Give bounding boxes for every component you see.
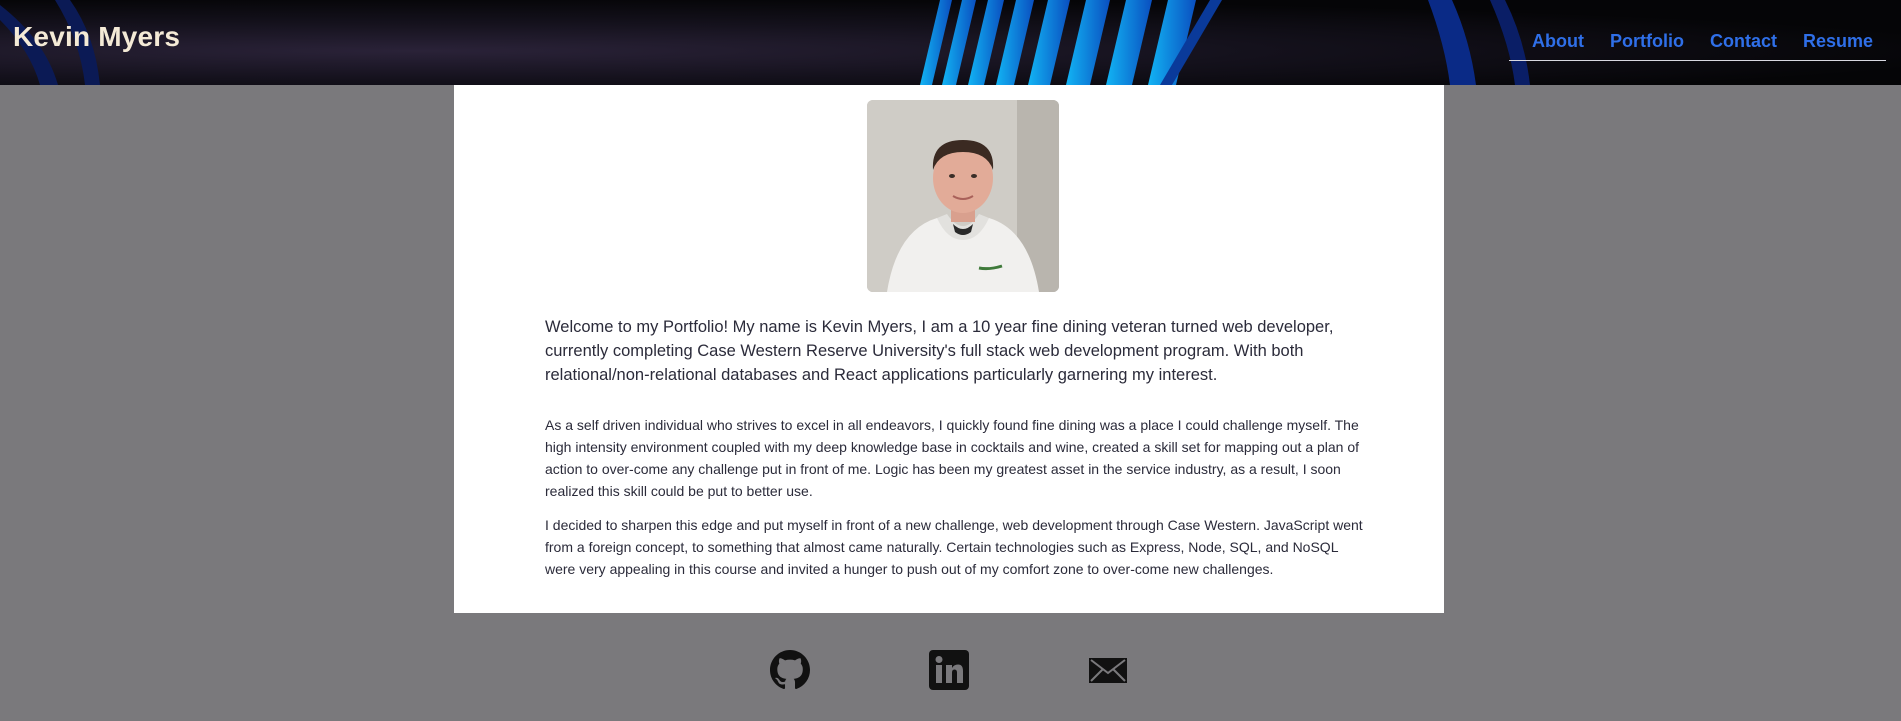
main-nav: About Portfolio Contact Resume xyxy=(1508,28,1886,61)
bio-paragraph-1: As a self driven individual who strives … xyxy=(545,417,1360,499)
social-links xyxy=(0,650,1901,690)
linkedin-link[interactable] xyxy=(929,650,969,690)
intro-text: Welcome to my Portfolio! My name is Kevi… xyxy=(545,318,1334,384)
profile-photo xyxy=(867,100,1059,292)
nav-link-about[interactable]: About xyxy=(1519,28,1597,54)
email-link[interactable] xyxy=(1088,650,1128,690)
site-title[interactable]: Kevin Myers xyxy=(13,20,180,54)
nav-link-resume[interactable]: Resume xyxy=(1790,28,1886,54)
linkedin-icon xyxy=(929,650,969,690)
site-header: Kevin Myers About Portfolio Contact Resu… xyxy=(0,0,1901,85)
github-icon xyxy=(770,650,810,690)
mail-icon xyxy=(1089,658,1127,683)
github-link[interactable] xyxy=(770,650,810,690)
nav-link-contact[interactable]: Contact xyxy=(1697,28,1790,54)
about-section: Welcome to my Portfolio! My name is Kevi… xyxy=(454,85,1444,613)
bio-paragraph-2: I decided to sharpen this edge and put m… xyxy=(545,517,1363,577)
profile-photo-illustration xyxy=(867,100,1059,292)
nav-link-portfolio[interactable]: Portfolio xyxy=(1597,28,1697,54)
